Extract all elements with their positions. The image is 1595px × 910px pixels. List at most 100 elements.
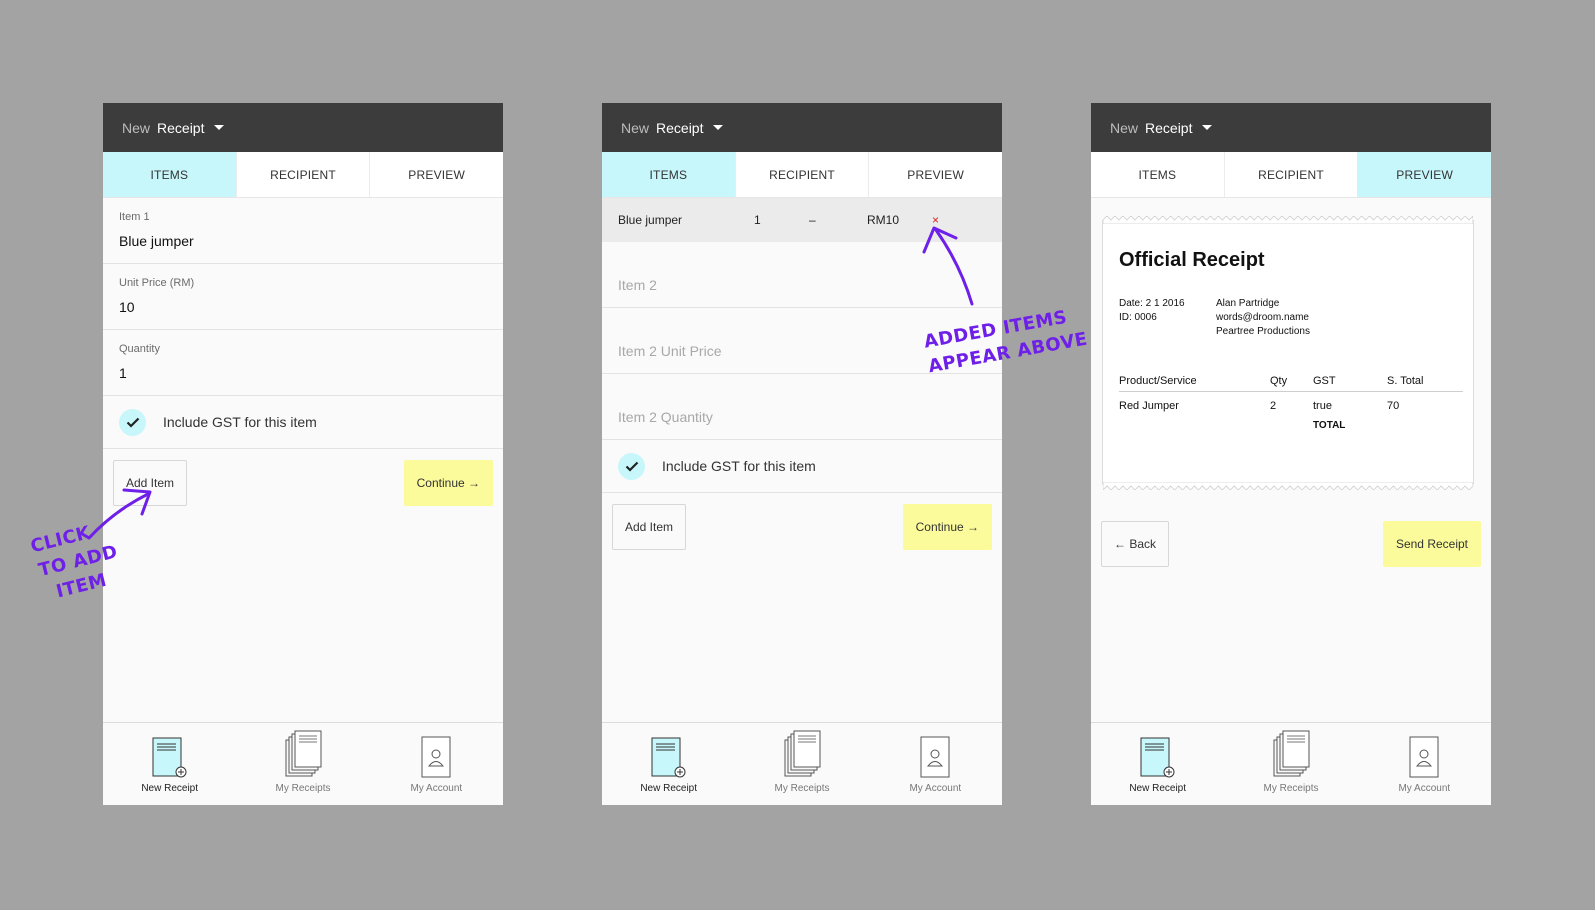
nav-new-receipt[interactable]: New Receipt (1091, 723, 1224, 805)
tab-bar: ITEMS RECIPIENT PREVIEW (1091, 152, 1491, 198)
col-subtotal: S. Total (1387, 375, 1424, 387)
added-item-gst: – (809, 213, 816, 227)
nav-my-receipts[interactable]: My Receipts (1224, 723, 1357, 805)
gst-checkbox[interactable] (618, 452, 645, 480)
dropdown-caret-icon[interactable] (713, 125, 724, 130)
nav-label: My Receipts (774, 783, 830, 794)
receipt-table: Product/Service Qty GST S. Total Red Jum… (1119, 372, 1463, 437)
nav-label: My Account (909, 783, 962, 794)
continue-button[interactable]: Continue → (902, 504, 992, 550)
nav-label: New Receipt (141, 783, 199, 794)
item-name-label: Item 1 (119, 211, 150, 223)
col-product: Product/Service (1119, 375, 1197, 387)
tab-items[interactable]: ITEMS (602, 152, 735, 197)
gst-checkbox-row[interactable]: Include GST for this item (602, 440, 1002, 493)
added-item-name: Blue jumper (618, 213, 683, 227)
gst-checkbox-label: Include GST for this item (662, 458, 816, 474)
app-bar[interactable]: New Receipt (1091, 103, 1491, 152)
app-bar-prefix: New (122, 119, 151, 136)
receipt-preview: Official Receipt Date: 2 1 2016 ID: 0006… (1102, 216, 1474, 490)
app-bar-prefix: New (621, 119, 650, 136)
receipt-title: Official Receipt (1119, 249, 1265, 271)
receipts-stack-icon (1273, 730, 1310, 777)
bottom-nav: New Receipt My Receipts My Account (602, 722, 1002, 805)
send-receipt-button[interactable]: Send Receipt (1382, 521, 1481, 567)
nav-my-account[interactable]: My Account (1358, 723, 1491, 805)
add-item-button[interactable]: Add Item (612, 504, 687, 550)
tab-bar: ITEMS RECIPIENT PREVIEW (103, 152, 503, 198)
table-row: Red Jumper 2 true 70 (1119, 397, 1463, 417)
nav-new-receipt[interactable]: New Receipt (103, 723, 236, 805)
recipient-email: words@droom.name (1216, 312, 1309, 323)
new-receipt-icon (651, 737, 686, 778)
tab-recipient[interactable]: RECIPIENT (235, 152, 370, 197)
account-icon (920, 736, 950, 778)
receipts-stack-icon (285, 730, 322, 777)
col-gst: GST (1313, 375, 1336, 387)
app-bar-title: Receipt (1145, 119, 1193, 136)
nav-my-receipts[interactable]: My Receipts (735, 723, 868, 805)
receipt-meta: Date: 2 1 2016 ID: 0006 (1119, 297, 1185, 325)
bottom-nav: New Receipt My Receipts My Account (1091, 722, 1491, 805)
nav-new-receipt[interactable]: New Receipt (602, 723, 735, 805)
receipt-date: Date: 2 1 2016 (1119, 298, 1185, 309)
back-button[interactable]: ← Back (1101, 521, 1170, 567)
preview-action-row: ← Back Send Receipt (1091, 521, 1491, 567)
tab-preview[interactable]: PREVIEW (369, 152, 503, 197)
tab-items[interactable]: ITEMS (103, 152, 236, 197)
tab-recipient[interactable]: RECIPIENT (734, 152, 869, 197)
nav-label: My Receipts (275, 783, 331, 794)
new-receipt-icon (1140, 737, 1175, 778)
recipient-name: Alan Partridge (1216, 298, 1280, 309)
tab-recipient[interactable]: RECIPIENT (1223, 152, 1358, 197)
tab-items[interactable]: ITEMS (1091, 152, 1224, 197)
app-bar[interactable]: New Receipt (602, 103, 1002, 152)
table-total-row: TOTAL (1119, 417, 1463, 437)
col-qty: Qty (1270, 375, 1288, 387)
item-2-quantity-placeholder[interactable]: Item 2 Quantity (618, 387, 986, 425)
added-item-price: RM10 (867, 213, 900, 227)
tab-preview[interactable]: PREVIEW (1357, 152, 1491, 197)
nav-my-receipts[interactable]: My Receipts (236, 723, 369, 805)
app-bar[interactable]: New Receipt (103, 103, 503, 152)
nav-my-account[interactable]: My Account (370, 723, 503, 805)
gst-checkbox-row[interactable]: Include GST for this item (103, 396, 503, 449)
recipient-company: Peartree Productions (1216, 326, 1310, 337)
app-bar-title: Receipt (157, 119, 205, 136)
annotation-arrow-icon (922, 226, 974, 306)
unit-price-field[interactable]: Unit Price (RM) 10 (103, 264, 503, 330)
item-name-field[interactable]: Item 1 Blue jumper (103, 198, 503, 264)
receipt-table-header: Product/Service Qty GST S. Total (1119, 372, 1463, 392)
receipts-stack-icon (784, 730, 821, 777)
row-product: Red Jumper (1119, 400, 1179, 412)
row-subtotal: 70 (1387, 400, 1400, 412)
tab-preview[interactable]: PREVIEW (868, 152, 1002, 197)
nav-my-account[interactable]: My Account (869, 723, 1002, 805)
item-name-value[interactable]: Blue jumper (119, 233, 487, 249)
quantity-label: Quantity (119, 343, 160, 355)
action-row: Add Item Continue → (602, 504, 1002, 550)
recipient-details: Alan Partridge words@droom.name Peartree… (1216, 297, 1310, 339)
new-receipt-icon (152, 737, 187, 778)
continue-button[interactable]: Continue → (403, 460, 493, 506)
gst-checkbox[interactable] (119, 408, 146, 436)
tab-bar: ITEMS RECIPIENT PREVIEW (602, 152, 1002, 198)
nav-label: My Receipts (1263, 783, 1319, 794)
quantity-field[interactable]: Quantity 1 (103, 330, 503, 396)
gst-checkbox-label: Include GST for this item (163, 414, 317, 430)
item-2-quantity-field[interactable]: Item 2 Quantity (602, 374, 1002, 440)
total-label: TOTAL (1313, 420, 1346, 431)
unit-price-label: Unit Price (RM) (119, 277, 195, 289)
unit-price-value[interactable]: 10 (119, 299, 487, 315)
app-bar-title: Receipt (656, 119, 704, 136)
quantity-value[interactable]: 1 (119, 365, 487, 381)
zigzag-edge-top (1103, 216, 1473, 224)
added-item-qty: 1 (754, 213, 761, 227)
row-gst: true (1313, 400, 1332, 412)
app-bar-prefix: New (1110, 119, 1139, 136)
screen-items-entry: New Receipt ITEMS RECIPIENT PREVIEW Item… (103, 103, 503, 805)
checkmark-icon (625, 461, 638, 472)
dropdown-caret-icon[interactable] (1202, 125, 1213, 130)
dropdown-caret-icon[interactable] (214, 125, 225, 130)
receipt-id: ID: 0006 (1119, 312, 1157, 323)
